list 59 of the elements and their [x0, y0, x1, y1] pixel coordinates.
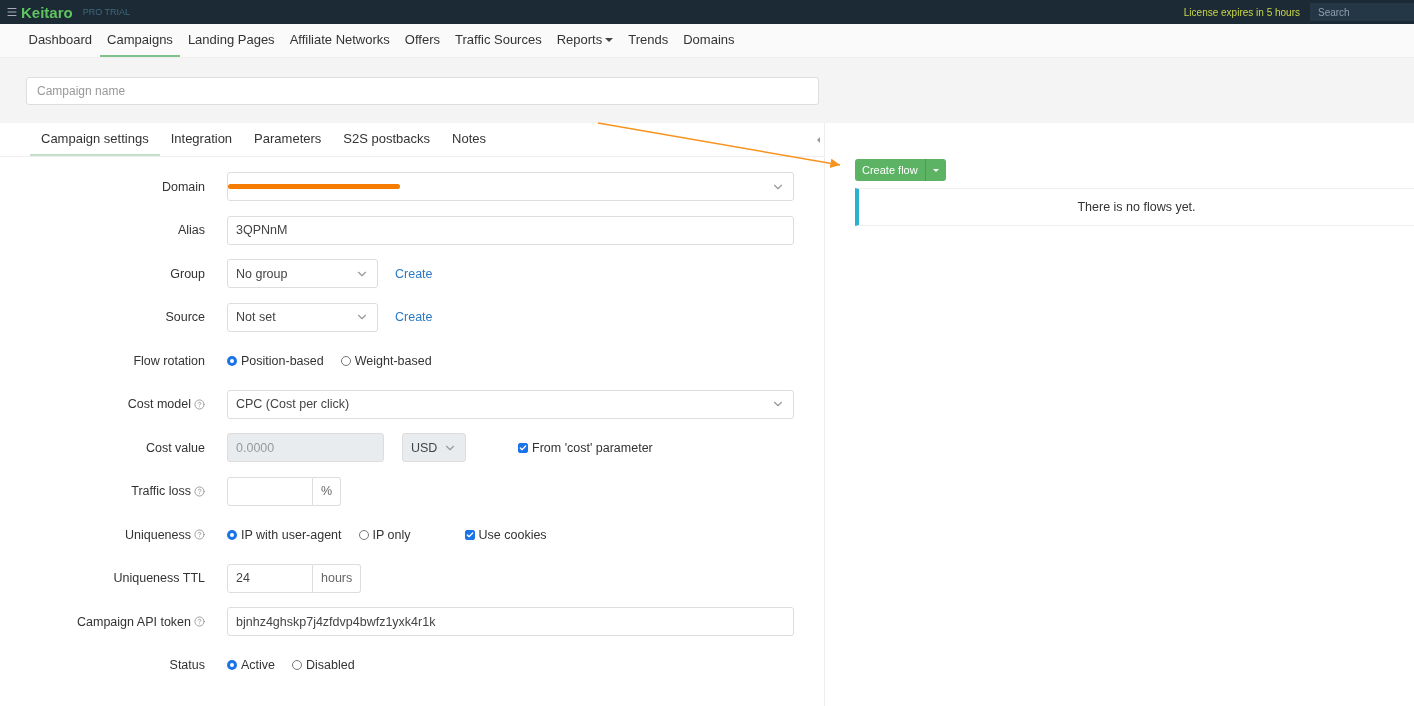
- select-field[interactable]: No group: [227, 259, 378, 289]
- unit-addon: %: [313, 476, 342, 506]
- select-field[interactable]: [227, 172, 794, 202]
- empty-message: There is no flows yet.: [855, 188, 1414, 226]
- field-label: Campaign API token: [77, 614, 191, 629]
- nav-tab[interactable]: Traffic Sources: [447, 24, 550, 57]
- checkbox[interactable]: Use cookies: [464, 527, 547, 542]
- field-label: Cost value: [145, 440, 205, 455]
- help-icon[interactable]: [194, 616, 205, 628]
- check-icon: [465, 530, 474, 539]
- help-icon[interactable]: [194, 529, 205, 541]
- radio-option[interactable]: Disabled: [292, 658, 355, 673]
- field-label: Uniqueness TTL: [113, 571, 205, 586]
- nav-tab[interactable]: Landing Pages: [180, 24, 283, 57]
- nav-tab[interactable]: Trends: [620, 24, 676, 57]
- input-field[interactable]: 3QPNnM: [227, 215, 794, 245]
- collapse-icon[interactable]: [817, 137, 820, 143]
- settings-tab[interactable]: Parameters: [243, 123, 333, 156]
- select-field[interactable]: CPC (Cost per click): [227, 389, 794, 419]
- nav-tab[interactable]: Reports: [549, 24, 621, 57]
- settings-tab[interactable]: S2S postbacks: [332, 123, 442, 156]
- field-label: Cost model: [127, 397, 191, 412]
- create-link[interactable]: Create: [395, 266, 433, 281]
- settings-tab[interactable]: Campaign settings: [30, 123, 160, 156]
- campaign-name-field[interactable]: Campaign name: [26, 77, 819, 105]
- unit-addon: hours: [313, 563, 362, 593]
- radio-option[interactable]: Weight-based: [340, 353, 432, 368]
- field-label: Traffic loss: [131, 484, 191, 499]
- input-field[interactable]: bjnhz4ghskp7j4zfdvp4bwfz1yxk4r1k: [227, 607, 794, 637]
- help-icon[interactable]: [194, 398, 205, 410]
- nav-tab[interactable]: Dashboard: [21, 24, 100, 57]
- field-label: Source: [165, 310, 205, 325]
- radio-option[interactable]: Active: [227, 658, 276, 673]
- radio-option[interactable]: Position-based: [227, 353, 324, 368]
- license-notice: License expires in 5 hours: [1183, 6, 1300, 18]
- menu-icon[interactable]: [6, 6, 18, 18]
- logo[interactable]: Keitaro: [21, 3, 73, 21]
- field-label: Domain: [161, 179, 205, 194]
- field-label: Alias: [177, 223, 205, 238]
- create-link[interactable]: Create: [395, 310, 433, 325]
- field-label: Uniqueness: [125, 527, 191, 542]
- field-label: Status: [169, 658, 205, 673]
- field-label: Group: [170, 266, 205, 281]
- dropdown-button[interactable]: [924, 159, 946, 181]
- radio-option[interactable]: IP only: [358, 527, 411, 542]
- input-field[interactable]: 24: [227, 563, 313, 593]
- select-field[interactable]: Not set: [227, 302, 378, 332]
- help-icon[interactable]: [194, 485, 205, 497]
- search-field[interactable]: Search: [1310, 3, 1414, 21]
- edition-label: PRO TRIAL: [82, 7, 131, 17]
- input-field[interactable]: [227, 476, 313, 506]
- nav-tab[interactable]: Offers: [397, 24, 448, 57]
- check-icon: [519, 443, 527, 452]
- nav-tab[interactable]: Affiliate Networks: [282, 24, 398, 57]
- radio-option[interactable]: IP with user-agent: [227, 527, 342, 542]
- nav-tab[interactable]: Domains: [675, 24, 742, 57]
- settings-tab[interactable]: Notes: [441, 123, 497, 156]
- settings-tab[interactable]: Integration: [159, 123, 244, 156]
- field-label: Flow rotation: [133, 353, 205, 368]
